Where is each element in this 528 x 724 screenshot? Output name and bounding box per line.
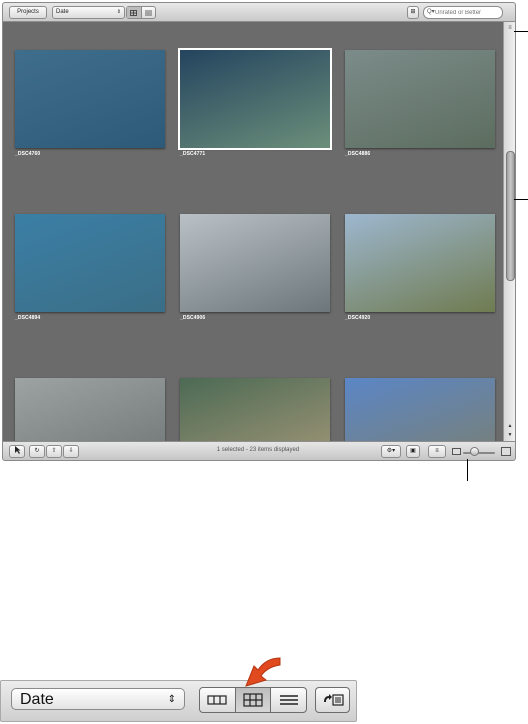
selection-tool-button[interactable] — [9, 445, 25, 458]
popup-arrows-icon: ⇕ — [167, 694, 176, 705]
filmstrip-view-button[interactable] — [200, 688, 235, 712]
open-viewer-icon — [323, 694, 344, 706]
slider-knob[interactable] — [470, 447, 479, 456]
filter-button[interactable]: ⊞ — [407, 6, 419, 19]
stamp-icon: ⇩ — [68, 448, 74, 454]
list-view-button[interactable] — [270, 688, 306, 712]
sort-value: Date — [20, 691, 54, 708]
zoom-small-icon — [452, 448, 461, 455]
popup-arrows-icon: ⇕ — [116, 9, 121, 15]
photo-thumbnail[interactable] — [180, 214, 330, 312]
toolbar-detail-view: Date ⇕ — [0, 680, 357, 722]
search-icon: Q▾ — [427, 9, 435, 15]
gear-icon: ⚙▾ — [386, 448, 396, 454]
vertical-scrollbar[interactable]: ≡ ▲ ▼ — [503, 22, 515, 441]
rotate-tool-button[interactable]: ↻ — [29, 445, 45, 458]
sort-popup[interactable]: Date ⇕ — [52, 6, 125, 19]
fullscreen-button[interactable]: ▣ — [406, 445, 420, 458]
grid-view-icon — [243, 693, 263, 707]
grid-view-button[interactable] — [127, 7, 141, 18]
callout-line — [514, 31, 528, 32]
photo-thumbnail[interactable] — [15, 50, 165, 148]
photo-thumbnail[interactable] — [345, 378, 495, 441]
scroll-down-icon[interactable]: ▼ — [504, 431, 515, 440]
metadata-icon: ≡ — [435, 448, 439, 454]
photo-name: _DSC4920 — [345, 315, 371, 321]
stamp-tool-button[interactable]: ⇩ — [63, 445, 79, 458]
sort-popup-large[interactable]: Date ⇕ — [11, 688, 185, 710]
red-pointer-arrow-icon — [245, 657, 281, 687]
scroll-top-icon: ≡ — [508, 25, 512, 31]
photo-thumbnail[interactable] — [15, 214, 165, 312]
callout-line — [514, 199, 528, 200]
photo-name: _DSC4760 — [15, 151, 41, 157]
browser-window: Projects Date ⇕ ⊞ Q▾ _DSC4760 _DSC4771 — [2, 2, 516, 461]
list-view-icon — [279, 695, 298, 705]
sort-value: Date — [56, 9, 69, 15]
browser-status-bar: ↻ ⇧ ⇩ 1 selected - 23 items displayed ⚙▾… — [3, 441, 515, 460]
list-view-button[interactable] — [140, 7, 156, 18]
lift-tool-button[interactable]: ⇧ — [46, 445, 62, 458]
browser-toolbar: Projects Date ⇕ ⊞ Q▾ — [3, 3, 515, 22]
metadata-view-button[interactable]: ≡ — [428, 445, 446, 458]
photo-thumbnail[interactable] — [180, 378, 330, 441]
photo-thumbnail[interactable] — [345, 50, 495, 148]
photo-name: _DSC4771 — [180, 151, 206, 157]
lift-icon: ⇧ — [51, 448, 57, 454]
photo-thumbnail[interactable] — [15, 378, 165, 441]
thumbnail-size-slider[interactable] — [463, 452, 495, 454]
view-mode-switcher-large — [199, 687, 307, 713]
open-in-viewer-button[interactable] — [315, 687, 350, 713]
filmstrip-view-icon — [207, 695, 227, 705]
grid-view-icon — [130, 9, 138, 16]
scrollbar-thumb[interactable] — [506, 151, 515, 281]
view-mode-switcher — [126, 6, 156, 19]
search-input[interactable] — [435, 7, 499, 18]
photo-browser-grid: _DSC4760 _DSC4771 _DSC4886 _DSC4894 _DSC… — [3, 22, 503, 441]
grid-view-button[interactable] — [234, 688, 271, 712]
photo-name: _DSC4886 — [345, 151, 371, 157]
image-actions-button[interactable]: ⚙▾ — [381, 445, 401, 458]
callout-line — [467, 459, 468, 481]
projects-button[interactable]: Projects — [9, 6, 47, 19]
fullscreen-icon: ▣ — [410, 448, 416, 454]
search-field[interactable]: Q▾ — [423, 6, 503, 19]
photo-name: _DSC4906 — [180, 315, 206, 321]
rotate-icon: ↻ — [34, 448, 40, 454]
status-text: 1 selected - 23 items displayed — [216, 447, 300, 453]
photo-name: _DSC4894 — [15, 315, 41, 321]
photo-thumbnail[interactable] — [178, 48, 332, 150]
arrow-pointer-icon — [14, 446, 20, 454]
scroll-up-icon[interactable]: ▲ — [504, 422, 515, 431]
zoom-large-icon — [501, 447, 511, 456]
photo-thumbnail[interactable] — [345, 214, 495, 312]
list-view-icon — [144, 10, 152, 15]
